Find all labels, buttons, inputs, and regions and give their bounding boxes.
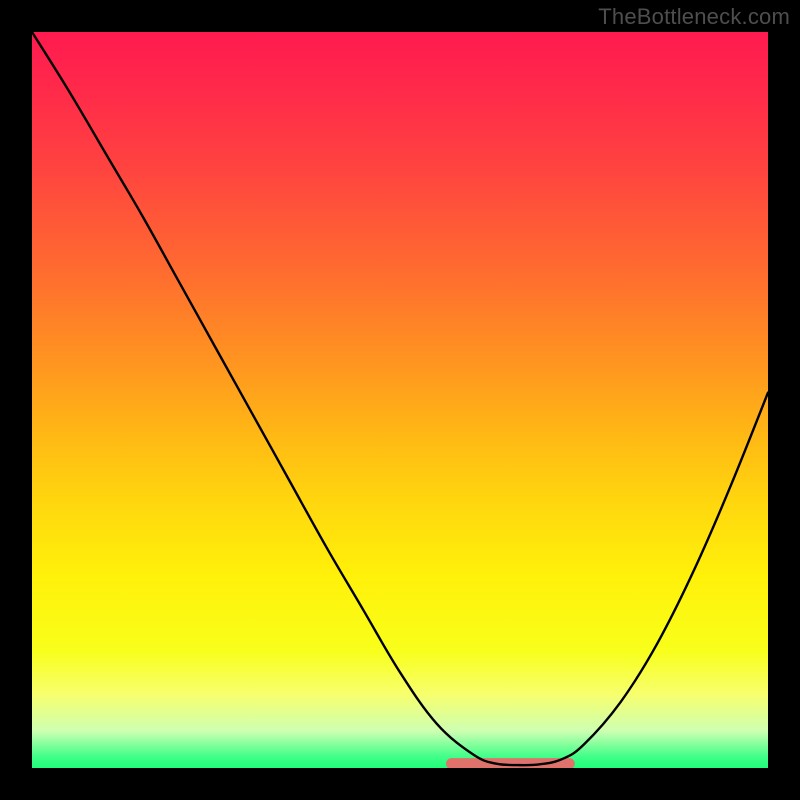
curve-layer [32,32,768,768]
bottleneck-curve [32,32,768,765]
plot-area [32,32,768,768]
chart-frame: TheBottleneck.com [0,0,800,800]
watermark-text: TheBottleneck.com [598,4,790,30]
